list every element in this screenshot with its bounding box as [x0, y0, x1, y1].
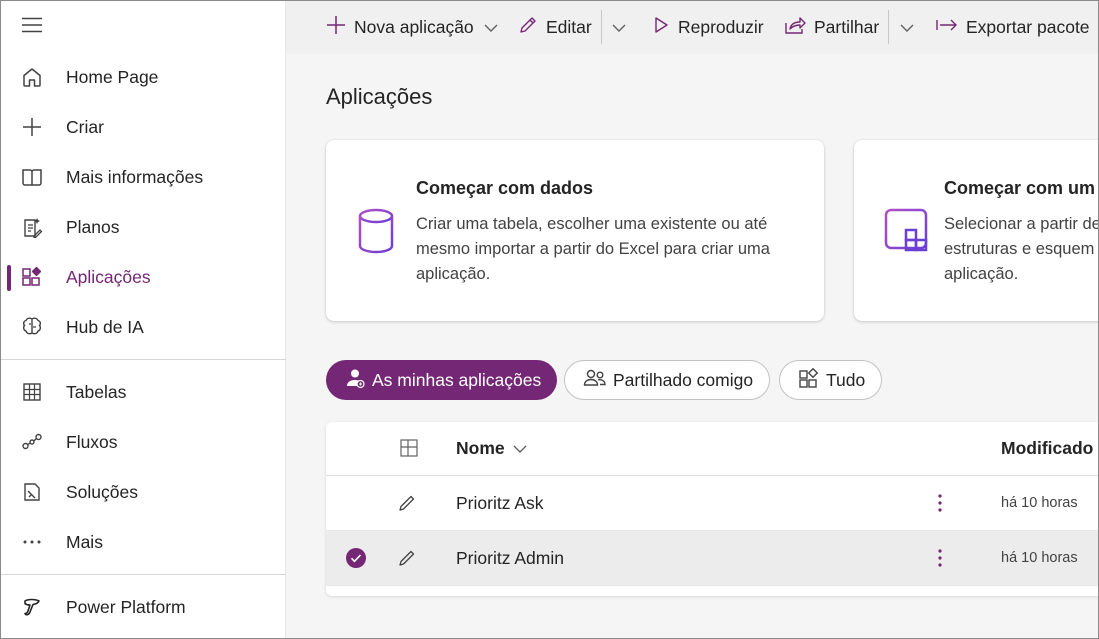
apps-grid-icon — [798, 367, 820, 394]
modified-value: há 10 horas — [1001, 495, 1078, 511]
nav-label: Hub de IA — [66, 316, 144, 337]
table-icon — [20, 380, 44, 404]
new-app-button[interactable]: Nova aplicação — [326, 0, 498, 54]
person-icon — [344, 367, 366, 394]
name-column-header[interactable]: Nome — [456, 438, 527, 459]
toolbar-divider — [601, 10, 602, 44]
edit-label: Editar — [546, 16, 592, 37]
apps-table: Nome Modificado Prioritz Ask há 10 horas… — [326, 422, 1099, 596]
template-icon — [884, 208, 930, 259]
filter-label: Tudo — [826, 369, 866, 390]
brain-icon — [20, 315, 44, 339]
apps-icon — [20, 265, 44, 289]
table-row[interactable]: Prioritz Admin há 10 horas — [326, 531, 1099, 586]
nav-label: Power Platform — [66, 596, 186, 617]
filter-shared-with-me[interactable]: Partilhado comigo — [564, 360, 771, 400]
more-icon — [20, 530, 44, 554]
filter-label: As minhas aplicações — [372, 369, 542, 390]
book-icon — [20, 165, 44, 189]
export-package-button[interactable]: Exportar pacote — [936, 0, 1090, 54]
filter-all[interactable]: Tudo — [779, 360, 883, 400]
play-button[interactable]: Reproduzir — [652, 0, 764, 54]
modified-value: há 10 horas — [1001, 550, 1078, 566]
nav-plans[interactable]: Planos — [0, 205, 286, 249]
solutions-icon — [20, 480, 44, 504]
nav-label: Criar — [66, 116, 104, 137]
home-icon — [20, 65, 44, 89]
nav-home[interactable]: Home Page — [0, 55, 286, 99]
nav-label: Aplicações — [66, 266, 151, 287]
new-app-label: Nova aplicação — [354, 16, 474, 37]
more-vertical-icon[interactable] — [932, 490, 948, 516]
left-navigation: Home Page Criar Mais informações Planos … — [0, 0, 286, 639]
filter-my-apps[interactable]: As minhas aplicações — [326, 360, 558, 400]
column-label: Nome — [456, 438, 505, 458]
app-name[interactable]: Prioritz Ask — [456, 493, 544, 514]
canvas-app-icon — [398, 494, 416, 517]
more-vertical-icon[interactable] — [932, 545, 948, 571]
edit-button[interactable]: Editar — [518, 0, 592, 54]
share-more-chevron[interactable] — [900, 0, 914, 54]
toolbar-divider — [888, 10, 889, 44]
database-icon — [356, 208, 396, 259]
nav-more[interactable]: Mais — [0, 520, 286, 564]
checkmark-circle-icon[interactable] — [345, 547, 367, 574]
plan-icon — [20, 215, 44, 239]
nav-label: Tabelas — [66, 381, 127, 402]
power-platform-icon — [20, 595, 44, 619]
nav-apps[interactable]: Aplicações — [0, 255, 286, 299]
active-indicator — [7, 265, 11, 291]
chevron-down-icon — [513, 438, 527, 459]
chevron-down-icon — [900, 17, 914, 38]
plus-icon — [20, 115, 44, 139]
sidebar-divider — [0, 359, 286, 360]
card-title: Começar com dados — [416, 178, 594, 198]
nav-label: Fluxos — [66, 431, 118, 452]
flow-icon — [20, 430, 44, 454]
command-bar: Nova aplicação Editar Reproduzir Partilh… — [286, 0, 1099, 54]
share-label: Partilhar — [814, 16, 880, 37]
chevron-down-icon — [484, 17, 498, 38]
start-with-template-card[interactable]: Começar com um Selecionar a partir de es… — [854, 140, 1099, 321]
card-description: Selecionar a partir de estruturas e esqu… — [944, 212, 1099, 287]
nav-ai-hub[interactable]: Hub de IA — [0, 305, 286, 349]
table-header: Nome Modificado — [326, 422, 1099, 476]
card-title: Começar com um — [944, 178, 1096, 198]
table-row[interactable]: Prioritz Ask há 10 horas — [326, 476, 1099, 531]
nav-create[interactable]: Criar — [0, 105, 286, 149]
nav-label: Soluções — [66, 481, 138, 502]
card-description-text: Selecionar a partir de estruturas e esqu… — [944, 215, 1099, 283]
share-icon — [784, 15, 806, 40]
nav-label: Mais informações — [66, 166, 204, 187]
pencil-icon — [518, 15, 538, 40]
sidebar-divider — [0, 574, 286, 575]
nav-learn[interactable]: Mais informações — [0, 155, 286, 199]
export-label: Exportar pacote — [966, 16, 1090, 37]
nav-label: Mais — [66, 531, 103, 552]
plus-icon — [326, 15, 346, 40]
people-icon — [583, 367, 607, 394]
nav-label: Planos — [66, 216, 120, 237]
play-icon — [652, 16, 670, 39]
share-button[interactable]: Partilhar — [784, 0, 879, 54]
edit-more-chevron[interactable] — [612, 0, 626, 54]
chevron-down-icon — [612, 17, 626, 38]
hamburger-menu-icon[interactable] — [20, 14, 44, 36]
canvas-app-icon — [398, 549, 416, 572]
nav-solutions[interactable]: Soluções — [0, 470, 286, 514]
nav-power-platform[interactable]: Power Platform — [0, 585, 286, 629]
modified-column-header[interactable]: Modificado — [1001, 438, 1093, 459]
app-name[interactable]: Prioritz Admin — [456, 548, 564, 569]
card-description: Criar uma tabela, escolher uma existente… — [416, 215, 770, 283]
nav-tables[interactable]: Tabelas — [0, 370, 286, 414]
nav-flows[interactable]: Fluxos — [0, 420, 286, 464]
nav-label: Home Page — [66, 66, 159, 87]
export-arrow-icon — [936, 17, 958, 38]
filter-label: Partilhado comigo — [613, 369, 754, 390]
app-type-column-icon[interactable] — [400, 439, 418, 462]
play-label: Reproduzir — [678, 16, 764, 37]
start-with-data-card[interactable]: Começar com dados Criar uma tabela, esco… — [326, 140, 824, 321]
page-title: Aplicações — [326, 84, 433, 109]
